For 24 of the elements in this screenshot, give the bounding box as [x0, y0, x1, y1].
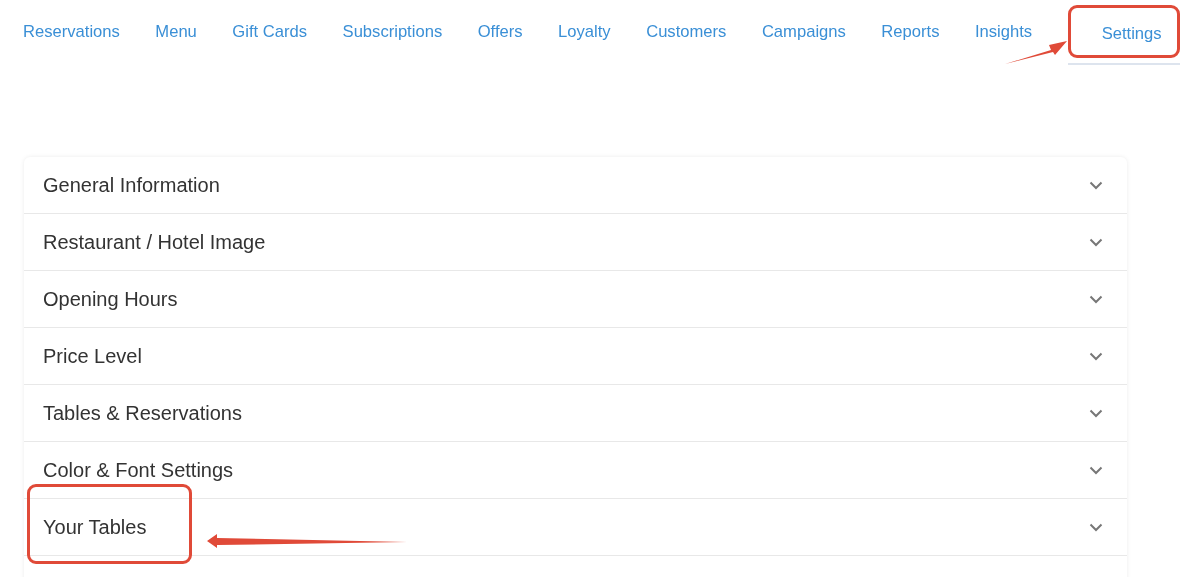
nav-tab[interactable]: Reports: [881, 22, 940, 42]
nav-tab[interactable]: Subscriptions: [342, 22, 443, 42]
accordion-row[interactable]: Color & Font Settings: [24, 442, 1127, 499]
section-title: Restaurant / Hotel Image: [43, 230, 267, 254]
section-title: General Information: [43, 173, 221, 197]
section-title: Color & Font Settings: [43, 458, 235, 482]
accordion-row[interactable]: Restaurant / Hotel Image: [24, 214, 1127, 271]
nav-tab[interactable]: Insights: [974, 22, 1033, 42]
accordion-row[interactable]: Opening Hours: [24, 271, 1127, 328]
accordion-row[interactable]: Tables & Reservations: [24, 385, 1127, 442]
nav-tab[interactable]: Menu: [155, 22, 197, 42]
nav-tab[interactable]: Gift Cards: [232, 22, 308, 42]
section-title: Tables & Reservations: [43, 401, 243, 425]
section-title: Your Tables: [43, 515, 148, 539]
nav-tab[interactable]: Offers: [477, 22, 523, 42]
nav-tab[interactable]: Settings: [1067, 22, 1180, 65]
nav-tab[interactable]: Campaigns: [761, 22, 846, 42]
accordion-row[interactable]: General Information: [24, 157, 1127, 214]
nav-tab[interactable]: Customers: [646, 22, 727, 42]
nav-tab[interactable]: Loyalty: [558, 22, 611, 42]
nav-tab[interactable]: Reservations: [23, 22, 120, 42]
section-title: Price Level: [43, 344, 143, 368]
section-title: Opening Hours: [43, 287, 179, 311]
accordion-row[interactable]: Price Level: [24, 328, 1127, 385]
